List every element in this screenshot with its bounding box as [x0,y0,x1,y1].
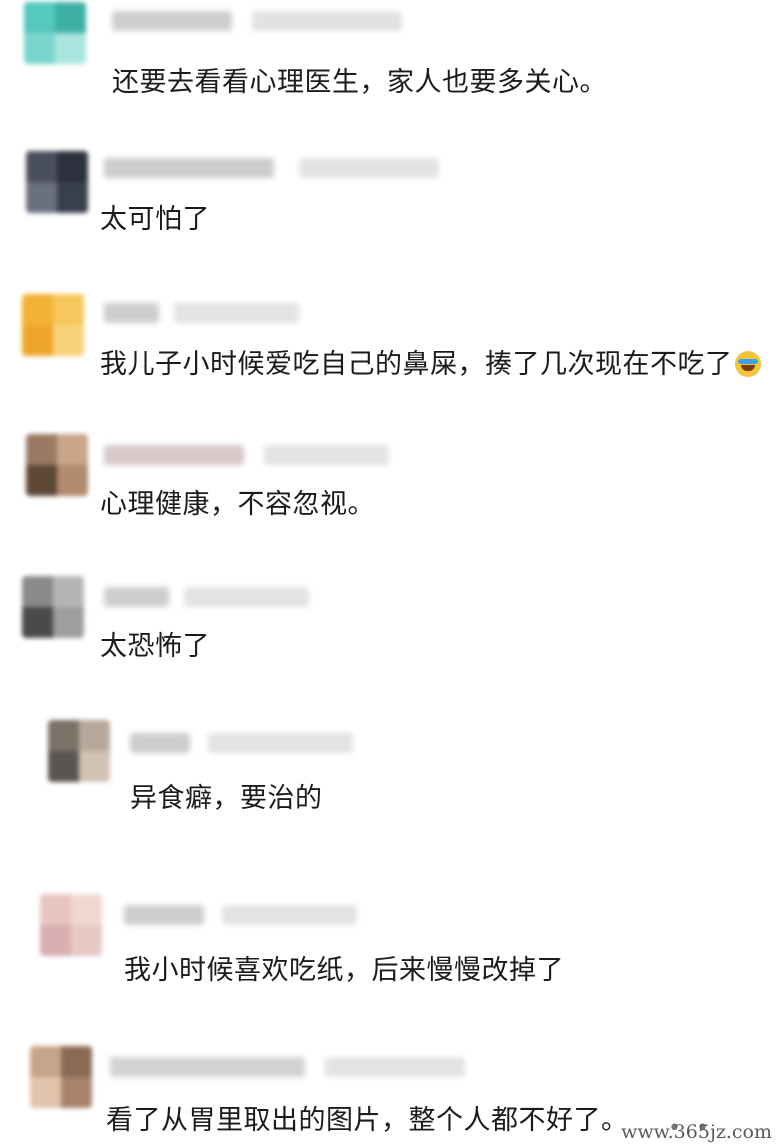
comment-text: 我小时候喜欢吃纸，后来慢慢改掉了 [124,955,564,986]
comment-item: 异食癖，要治的 [0,712,778,832]
blurred-username[interactable] [130,728,360,758]
avatar[interactable] [26,151,88,213]
comment-text-content: 我儿子小时候爱吃自己的鼻屎，揍了几次现在不吃了 [100,349,733,380]
avatar[interactable] [48,720,110,782]
avatar[interactable] [24,2,86,64]
comment-text: 我儿子小时候爱吃自己的鼻屎，揍了几次现在不吃了 [100,342,761,381]
avatar[interactable] [26,434,88,496]
comment-text: 异食癖，要治的 [130,783,323,814]
comment-item: 我儿子小时候爱吃自己的鼻屎，揍了几次现在不吃了 [0,288,778,388]
comment-text: 太恐怖了 [100,631,210,662]
blurred-username[interactable] [112,6,412,36]
avatar[interactable] [40,894,102,956]
blurred-username[interactable] [110,1052,470,1082]
avatar[interactable] [30,1046,92,1108]
comment-text: 心理健康，不容忽视。 [100,489,375,520]
comment-item: 太恐怖了 [0,570,778,670]
blurred-username[interactable] [104,298,304,328]
comment-item: 还要去看看心理医生，家人也要多关心。 [0,0,778,110]
laughing-crying-emoji-icon [734,351,761,377]
blurred-username[interactable] [104,153,444,183]
avatar[interactable] [22,294,84,356]
comment-item: 我小时候喜欢吃纸，后来慢慢改掉了 [0,888,778,998]
comment-text: 太可怕了 [100,204,210,235]
comment-item: 心理健康，不容忽视。 [0,428,778,528]
comment-item: 太可怕了 [0,145,778,255]
blurred-username[interactable] [124,900,364,930]
blurred-username[interactable] [104,582,314,612]
comment-text: 还要去看看心理医生，家人也要多关心。 [112,67,607,98]
blurred-username[interactable] [104,440,394,470]
comment-text: 看了从胃里取出的图片，整个人都不好了。 [106,1105,629,1136]
watermark: www.365jz.com [621,1121,772,1143]
avatar[interactable] [22,576,84,638]
